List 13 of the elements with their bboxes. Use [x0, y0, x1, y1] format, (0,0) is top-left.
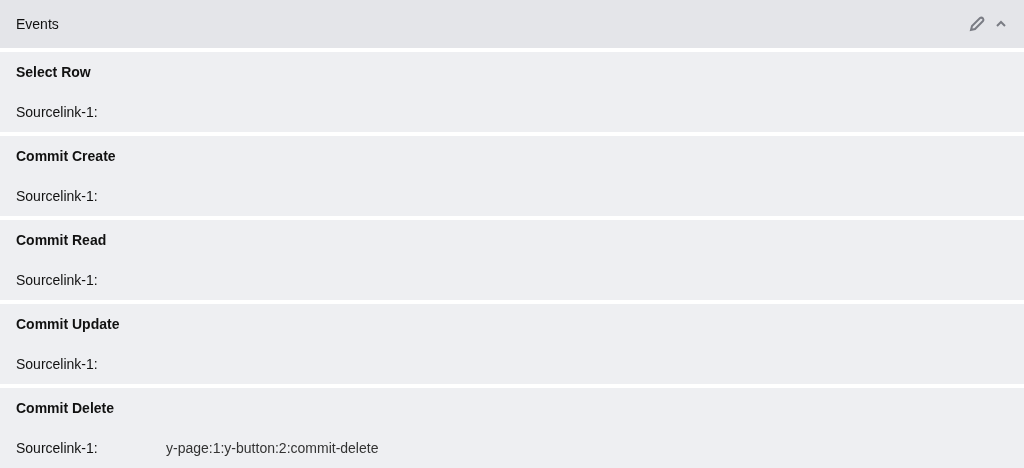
- field-label: Sourcelink-1:: [16, 103, 99, 121]
- edit-icon[interactable]: [968, 15, 986, 33]
- field-value: y-page:1:y-button:2:commit-delete: [166, 439, 379, 457]
- event-name: Commit Update: [16, 315, 121, 333]
- field-label: Sourcelink-1:: [16, 187, 99, 205]
- field-label: Sourcelink-1:: [16, 355, 99, 373]
- panel-title: Events: [16, 14, 60, 34]
- field-label: Sourcelink-1:: [16, 271, 99, 289]
- event-name: Commit Delete: [16, 399, 116, 417]
- event-name: Select Row: [16, 63, 92, 81]
- event-name: Commit Read: [16, 231, 108, 249]
- field-label: Sourcelink-1:: [16, 439, 99, 457]
- event-name: Commit Create: [16, 147, 117, 165]
